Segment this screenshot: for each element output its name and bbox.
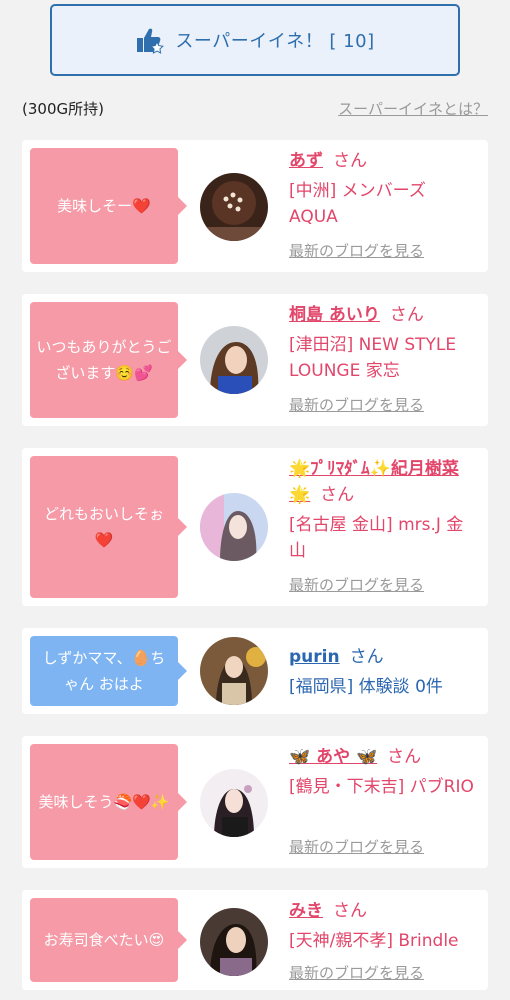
avatar[interactable] <box>200 769 268 837</box>
message-bubble: 美味しそー❤️ <box>30 148 187 264</box>
list-item: お寿司食べたい😍 みき さん [天神/親不孝] Brindle 最新のブログを見る <box>22 890 488 990</box>
avatar[interactable] <box>200 326 268 394</box>
points-holding: (300G所持) <box>22 100 104 118</box>
thumbs-up-icon <box>137 28 165 54</box>
shop-detail: [天神/親不孝] Brindle <box>289 931 459 951</box>
user-name-link[interactable]: みき <box>289 901 323 921</box>
honorific: さん <box>333 901 367 921</box>
avatar[interactable] <box>200 173 268 241</box>
message-bubble: いつもありがとうございます☺️💕 <box>30 302 187 418</box>
user-name-link[interactable]: purin <box>289 647 340 667</box>
avatar[interactable] <box>200 637 268 705</box>
list-item: 美味しそう🍣❤️✨ 🦋 あや 🦋 さん [鶴見・下末吉] パブRIO 最新のブログ… <box>22 736 488 868</box>
latest-blog-link[interactable]: 最新のブログを見る <box>289 962 424 983</box>
shop-detail: [津田沼] NEW STYLE LOUNGE 家忘 <box>289 335 457 381</box>
about-super-like-link[interactable]: スーパーイイネとは？ <box>338 98 488 119</box>
shop-detail: [中洲] メンバーズAQUA <box>289 181 426 227</box>
honorific: さん <box>389 305 424 325</box>
message-bubble: お寿司食べたい😍 <box>30 898 187 982</box>
latest-blog-link[interactable]: 最新のブログを見る <box>289 836 424 857</box>
latest-blog-link[interactable]: 最新のブログを見る <box>289 240 424 261</box>
message-bubble: どれもおいしそぉ❤️ <box>30 456 187 598</box>
shop-detail: [鶴見・下末吉] パブRIO <box>289 777 474 797</box>
shop-detail: [福岡県] 体験談 0件 <box>289 677 443 697</box>
list-item: 美味しそー❤️ あず さん [中洲] メンバーズAQUA 最新のブログを見る <box>22 140 488 272</box>
list-item: いつもありがとうございます☺️💕 桐島 あいり さん [津田沼] NEW STYL… <box>22 294 488 426</box>
user-name-link[interactable]: 桐島 あいり <box>289 305 380 325</box>
user-name-link[interactable]: 🌟ﾌﾟﾘﾏﾀﾞﾑ✨紀月樹菜🌟 <box>289 459 459 505</box>
honorific: さん <box>320 485 355 505</box>
honorific: さん <box>333 151 367 171</box>
user-name-link[interactable]: あず <box>289 151 323 171</box>
honorific: さん <box>387 747 422 767</box>
latest-blog-link[interactable]: 最新のブログを見る <box>289 394 424 415</box>
message-bubble: しずかママ、🥚ちゃん おはよ <box>30 636 187 706</box>
message-bubble: 美味しそう🍣❤️✨ <box>30 744 187 860</box>
avatar[interactable] <box>200 908 268 976</box>
user-name-link[interactable]: 🦋 あや 🦋 <box>289 747 377 767</box>
honorific: さん <box>349 647 384 667</box>
latest-blog-link[interactable]: 最新のブログを見る <box>289 574 424 595</box>
list-item: どれもおいしそぉ❤️ 🌟ﾌﾟﾘﾏﾀﾞﾑ✨紀月樹菜🌟 さん [名古屋 金山] mrs… <box>22 448 488 606</box>
super-like-button[interactable]: スーパーイイネ！ [ 10] <box>50 4 460 76</box>
shop-detail: [名古屋 金山] mrs.J 金山 <box>289 515 464 561</box>
super-like-label: スーパーイイネ！ [ 10] <box>175 31 375 52</box>
list-item: しずかママ、🥚ちゃん おはよ purin さん [福岡県] 体験談 0件 <box>22 628 488 714</box>
avatar[interactable] <box>200 493 268 561</box>
